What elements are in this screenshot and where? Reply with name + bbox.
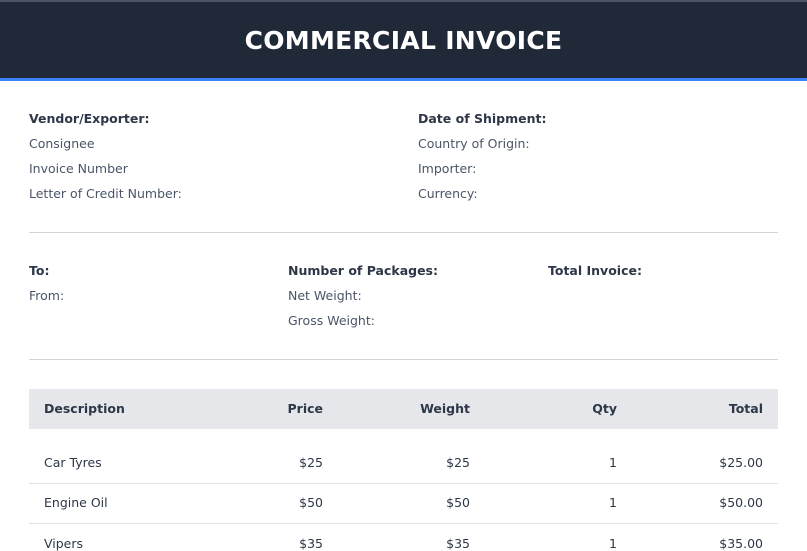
cell-description: Vipers — [44, 536, 84, 551]
cell-price: $35 — [299, 536, 323, 551]
cell-weight: $35 — [446, 536, 470, 551]
importer-label: Importer: — [418, 161, 477, 176]
cell-weight: $50 — [446, 495, 470, 510]
to-label: To: — [29, 263, 50, 278]
cell-description: Car Tyres — [44, 455, 102, 470]
cell-price: $25 — [299, 455, 323, 470]
column-header-description: Description — [44, 401, 125, 416]
invoice-title: COMMERCIAL INVOICE — [244, 25, 563, 55]
cell-description: Engine Oil — [44, 495, 108, 510]
column-header-price: Price — [287, 401, 324, 416]
cell-total: $50.00 — [719, 495, 763, 510]
country-of-origin-label: Country of Origin: — [418, 136, 530, 151]
number-of-packages-label: Number of Packages: — [288, 263, 438, 278]
section-divider — [29, 359, 778, 360]
cell-qty: 1 — [609, 536, 617, 551]
cell-total: $35.00 — [719, 536, 763, 551]
total-invoice-label: Total Invoice: — [548, 263, 642, 278]
letter-of-credit-label: Letter of Credit Number: — [29, 186, 182, 201]
cell-price: $50 — [299, 495, 323, 510]
from-label: From: — [29, 288, 65, 303]
net-weight-label: Net Weight: — [288, 288, 362, 303]
invoice-number-label: Invoice Number — [29, 161, 128, 176]
column-header-total: Total — [728, 401, 763, 416]
section-divider — [29, 232, 778, 233]
column-header-qty: Qty — [592, 401, 617, 416]
consignee-label: Consignee — [29, 136, 95, 151]
cell-qty: 1 — [609, 495, 617, 510]
vendor-exporter-label: Vendor/Exporter: — [29, 111, 150, 126]
gross-weight-label: Gross Weight: — [288, 313, 375, 328]
cell-weight: $25 — [446, 455, 470, 470]
table-header-row: Description Price Weight Qty Total — [29, 389, 778, 429]
row-divider — [29, 523, 778, 524]
column-header-weight: Weight — [420, 401, 470, 416]
invoice-header: COMMERCIAL INVOICE — [0, 0, 807, 81]
cell-qty: 1 — [609, 455, 617, 470]
cell-total: $25.00 — [719, 455, 763, 470]
currency-label: Currency: — [418, 186, 478, 201]
date-of-shipment-label: Date of Shipment: — [418, 111, 547, 126]
row-divider — [29, 483, 778, 484]
